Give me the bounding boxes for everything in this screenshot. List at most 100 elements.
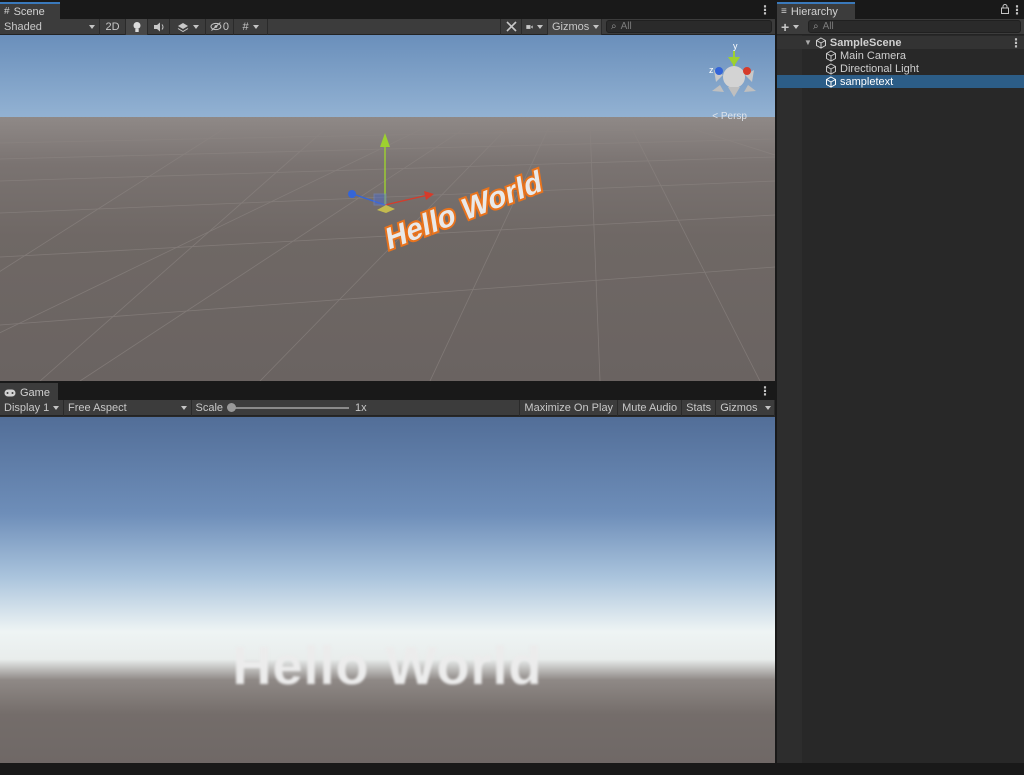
scale-slider[interactable] [227,402,350,412]
search-icon: ⌕ [611,21,617,32]
hierarchy-search-input[interactable]: ⌕ All [808,20,1021,33]
scene-hello-text-group: Hello World [382,163,546,259]
stats-label: Stats [686,401,712,414]
orientation-gizmo [712,51,756,97]
add-object-button[interactable]: + [777,19,805,35]
scale-slider-knob[interactable] [227,402,237,412]
scene-gizmos-label: Gizmos [552,20,590,33]
hidden-count: 0 [222,20,229,33]
scene-grid-icon: # [4,6,10,17]
chevron-down-icon [252,24,259,29]
game-gizmos-button[interactable]: Gizmos [716,400,761,416]
chevron-down-icon [537,24,543,29]
eye-slash-icon [210,22,222,31]
scene-grid-lines [0,124,775,381]
scene-viewport[interactable]: y z Hello World < Persp [0,35,775,381]
camera-dropdown[interactable] [522,18,548,35]
game-gizmos-label: Gizmos [720,401,758,414]
toggle-2d-label: 2D [105,20,120,33]
scale-control: Scale 1x [192,400,520,416]
chevron-down-icon: ▼ [804,38,812,47]
scene-tabbar: # Scene ⋮ [0,0,775,19]
scene-search-placeholder: All [620,21,632,32]
hierarchy-item-sampletext[interactable]: sampletext [777,75,1024,88]
hierarchy-item-label: sampletext [840,75,894,88]
game-more-icon[interactable]: ⋮ [759,384,771,398]
stats-button[interactable]: Stats [682,399,717,416]
aspect-label: Free Aspect [68,401,127,414]
scene-panel: # Scene ⋮ Shaded 2D 0 # Gizmos ⌕ All y z… [0,0,775,381]
scale-value: 1x [355,401,367,414]
chevron-down-icon [793,24,800,29]
gameobject-cube-icon [826,62,836,75]
aspect-dropdown[interactable]: Free Aspect [64,399,192,416]
chevron-down-icon [764,405,771,410]
effects-dropdown[interactable] [170,18,206,35]
shading-mode-dropdown[interactable]: Shaded [0,18,100,35]
search-icon: ⌕ [813,21,819,32]
lighting-toggle-button[interactable] [126,18,148,35]
scene-grid-and-gizmos: y z Hello World [0,41,775,381]
move-gizmo [348,133,434,213]
game-tabbar: Game ⋮ [0,383,775,400]
unity-scene-icon [815,36,826,49]
tools-icon [505,21,517,32]
gizmo-y-label: y [733,41,738,51]
tab-hierarchy[interactable]: ≡ Hierarchy [777,2,855,19]
scene-row-more-icon[interactable]: ⋮ [1010,36,1022,50]
scene-search-input[interactable]: ⌕ All [606,20,772,33]
maximize-label: Maximize On Play [524,401,614,414]
hierarchy-item-label: Directional Light [840,62,919,75]
chevron-down-icon [180,405,187,410]
hidden-objects-toggle[interactable]: 0 [206,18,234,35]
tab-scene[interactable]: # Scene [0,2,60,19]
hierarchy-tree: ▼ SampleScene ⋮ Main Camera Directional … [777,35,1024,763]
game-panel: Game ⋮ Display 1 Free Aspect Scale 1x Ma… [0,383,775,763]
list-icon: ≡ [781,6,787,17]
hierarchy-gutter [777,35,802,763]
lightbulb-icon [133,21,140,32]
mute-audio-button[interactable]: Mute Audio [618,399,683,416]
grid-icon: # [242,20,249,33]
hierarchy-search-placeholder: All [822,21,834,32]
tab-scene-label: Scene [13,5,45,18]
video-camera-icon [526,24,533,29]
plus-icon: + [781,18,790,35]
tab-game[interactable]: Game [0,383,58,400]
hierarchy-item-main-camera[interactable]: Main Camera [777,49,1024,62]
chevron-down-icon [53,405,60,410]
chevron-down-icon [593,24,600,29]
chevron-down-icon [192,24,199,29]
scene-name-label: SampleScene [829,36,902,49]
game-hello-text: Hello World [232,636,543,696]
maximize-on-play-button[interactable]: Maximize On Play [519,399,619,416]
lock-icon[interactable] [1000,3,1010,17]
toggle-2d-button[interactable]: 2D [100,18,126,35]
scene-gizmos-button[interactable]: Gizmos [548,18,602,35]
tab-hierarchy-label: Hierarchy [790,5,838,18]
grid-dropdown[interactable]: # [234,18,268,35]
chevron-down-icon [89,24,95,29]
scene-root-row[interactable]: ▼ SampleScene ⋮ [777,36,1024,50]
game-toolbar: Display 1 Free Aspect Scale 1x Maximize … [0,399,775,416]
display-dropdown[interactable]: Display 1 [0,399,64,416]
display-label: Display 1 [4,401,50,414]
shading-mode-label: Shaded [4,20,42,33]
hierarchy-item-label: Main Camera [840,49,907,62]
game-viewport[interactable]: Hello World [0,417,775,763]
persp-label[interactable]: < Persp [712,111,747,122]
hierarchy-item-directional-light[interactable]: Directional Light [777,62,1024,75]
audio-toggle-button[interactable] [148,18,170,35]
scene-toolbar: Shaded 2D 0 # Gizmos ⌕ All [0,18,775,35]
hierarchy-panel: ≡ Hierarchy ⋮ + ⌕ All ▼ SampleScene ⋮ Mai… [777,0,1024,763]
scene-hello-text: Hello World [384,165,544,257]
scene-more-icon[interactable]: ⋮ [759,3,771,17]
hierarchy-tabbar: ≡ Hierarchy ⋮ [777,0,1024,19]
speaker-icon [153,22,163,31]
hierarchy-more-icon[interactable]: ⋮ [1011,3,1023,17]
gamepad-icon [4,389,16,396]
game-gizmos-dropdown[interactable] [761,399,775,416]
status-bar [0,763,1024,775]
tools-button[interactable] [500,18,522,35]
tab-game-label: Game [20,386,50,399]
